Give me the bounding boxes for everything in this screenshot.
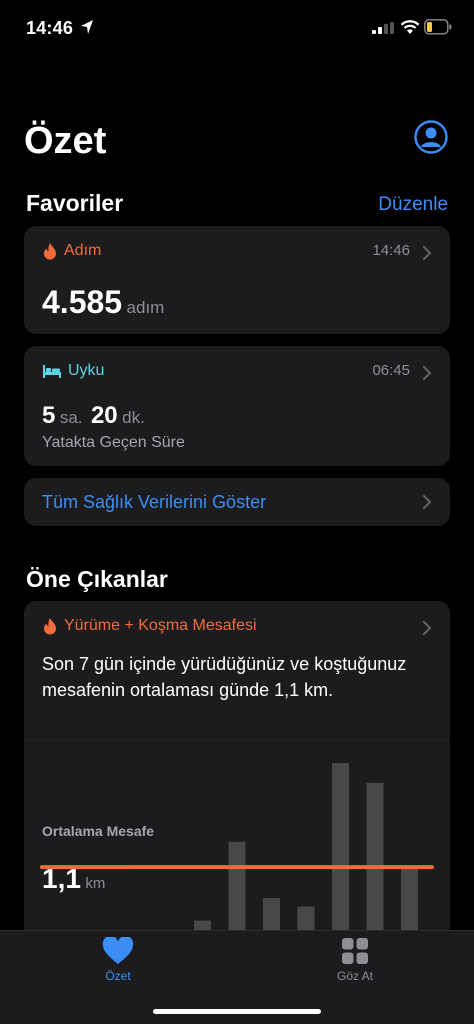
signal-icon [372,22,394,34]
chart-bar [401,867,418,939]
sleep-minutes-unit: dk. [122,408,145,427]
distance-chart [24,739,450,939]
sleep-value-row: 5 sa. 20 dk. [42,402,145,430]
tab-summary-label: Özet [105,969,131,983]
sleep-card-header: Uyku [42,362,104,380]
sleep-label: Uyku [68,362,105,379]
chevron-right-icon [423,495,432,509]
steps-label: Adım [64,242,102,259]
steps-unit: adım [126,298,165,317]
avg-label: Ortalama Mesafe [42,823,155,839]
highlight-text: Son 7 gün içinde yürüdüğünüz ve koştuğun… [42,654,407,700]
tab-summary[interactable]: Özet [68,937,168,983]
highlight-label: Yürüme + Koşma Mesafesi [64,617,257,634]
sleep-card[interactable]: Uyku 06:45 5 sa. 20 dk. Yatakta Geçen Sü… [24,346,450,466]
location-arrow-icon [81,20,93,34]
steps-value-row: 4.585 adım [42,284,164,321]
page-title: Özet [24,120,107,162]
chevron-right-icon [423,621,432,635]
favorites-title: Favoriler [26,190,124,216]
steps-card[interactable]: Adım 14:46 4.585 adım [24,226,450,334]
heart-icon [102,937,134,964]
steps-value: 4.585 [42,284,123,320]
steps-card-header: Adım [42,242,101,260]
battery-icon [424,19,452,35]
flame-icon [44,243,56,260]
avg-unit: km [85,875,106,892]
tab-browse[interactable]: Göz At [305,937,405,983]
sleep-caption: Yatakta Geçen Süre [42,434,185,451]
profile-icon[interactable] [414,120,448,154]
show-all-health-data-row[interactable]: Tüm Sağlık Verilerini Göster [24,478,450,526]
status-time: 14:46 [26,18,74,38]
chart-bar [332,763,349,939]
avg-value: 1,1 [42,863,81,894]
sleep-time: 06:45 [372,362,410,379]
flame-icon [44,618,56,635]
wifi-icon [400,20,420,34]
bed-icon [43,365,61,378]
sleep-hours-unit: sa. [59,408,83,427]
tab-browse-label: Göz At [336,969,374,983]
sleep-minutes: 20 [90,402,118,429]
home-indicator [153,1009,321,1014]
avg-value-row: 1,1 km [42,863,105,895]
chevron-right-icon [423,246,432,260]
chevron-right-icon [423,366,432,380]
edit-button[interactable]: Düzenle [378,194,448,216]
highlights-title: Öne Çıkanlar [26,566,168,592]
steps-time: 14:46 [372,242,410,259]
status-bar: 14:46 [0,0,474,56]
grid-icon [342,938,368,964]
highlight-card-header: Yürüme + Koşma Mesafesi [42,617,257,635]
chart-bar [228,841,246,939]
chart-bar [366,782,384,939]
highlight-card[interactable]: Yürüme + Koşma Mesafesi Son 7 gün içinde… [24,601,450,941]
sleep-hours: 5 [42,402,56,429]
show-all-label: Tüm Sağlık Verilerini Göster [42,492,267,512]
